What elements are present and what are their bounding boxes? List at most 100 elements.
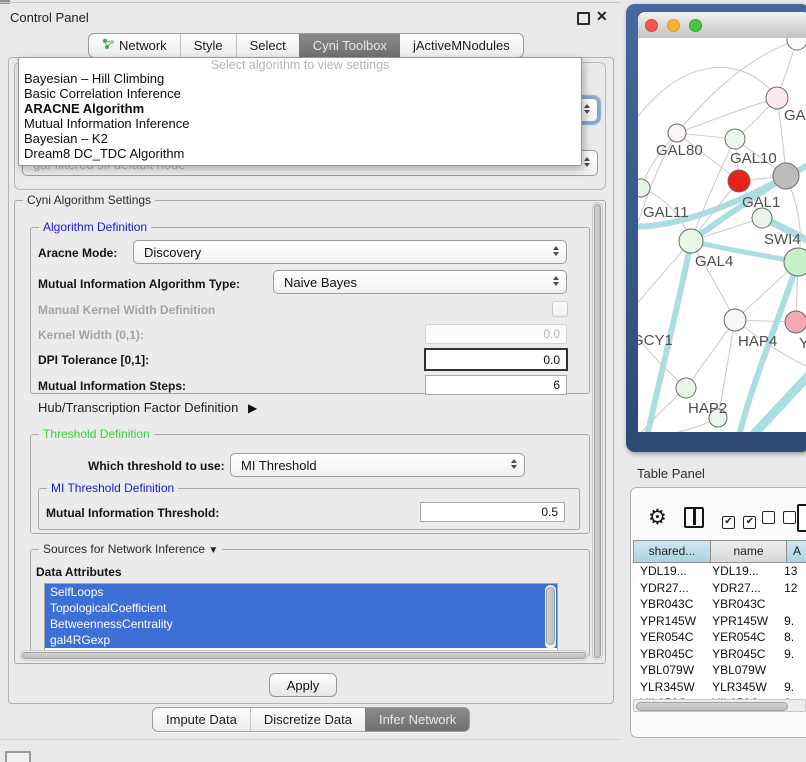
network-edge[interactable] [677,40,797,133]
network-node[interactable] [785,311,806,333]
mac-close-icon[interactable] [645,19,658,32]
network-node[interactable] [724,309,746,331]
deselect-all-columns-icon[interactable] [762,511,796,529]
table-row[interactable]: YLR345WYLR345W9. [633,679,806,696]
network-window-titlebar[interactable] [638,12,806,39]
network-edge[interactable] [686,320,735,388]
dpi-tolerance-field[interactable] [424,348,568,371]
table-row[interactable]: YBL079WYBL079W [633,662,806,679]
attributes-scrollbar-thumb[interactable] [546,587,555,645]
cyni-algorithm-settings-title: Cyni Algorithm Settings [23,193,155,207]
table-cell: YBL079W [708,662,781,679]
settings-vscrollbar-thumb[interactable] [594,204,601,658]
algorithm-option[interactable]: Bayesian – K2 [19,131,581,146]
kernel-width-field[interactable] [425,324,567,344]
table-row[interactable]: YER054CYER054C8. [633,629,806,646]
network-node[interactable] [679,229,703,253]
column-header-partial[interactable]: A [786,540,806,563]
mac-zoom-icon[interactable] [689,19,702,32]
algorithm-dropdown-items: Bayesian – Hill ClimbingBasic Correlatio… [19,71,581,161]
network-node[interactable] [668,124,686,142]
tab-infer-network[interactable]: Infer Network [365,708,469,731]
control-panel-title: Control Panel [10,10,89,25]
manual-kernel-label: Manual Kernel Width Definition [38,303,215,317]
mi-algorithm-type-select[interactable]: Naive Bayes [273,270,567,294]
settings-hscrollbar-thumb[interactable] [22,652,586,659]
table-cell: YBL079W [633,662,708,679]
network-node-label: Y [799,335,806,352]
mi-threshold-definition-title: MI Threshold Definition [47,481,178,495]
table-row[interactable]: YPR145WYPR145W9. [633,613,806,630]
network-node[interactable] [725,129,745,149]
control-panel-tab-bar: NetworkStyleSelectCyni ToolboxjActiveMNo… [88,33,524,58]
network-node[interactable] [752,208,772,228]
network-node[interactable] [728,170,750,192]
sources-title: Sources for Network Inference ▼ [39,542,222,556]
split-columns-icon[interactable] [684,507,704,528]
table-cell: 13 [781,563,806,580]
table-row[interactable]: YDR27...YDR27...12 [633,580,806,597]
hub-definition-toggle[interactable]: Hub/Transcription Factor Definition ▶ [38,400,257,415]
tab-style[interactable]: Style [180,34,236,57]
network-view-frame[interactable]: GALGAL80GAL10GAL1GAL11SWI4GAL4GCY1HAP4YH… [626,4,806,452]
network-node[interactable] [676,378,696,398]
algorithm-option[interactable]: Basic Correlation Inference [19,86,581,101]
window-top-divider [0,2,620,3]
select-all-columns-icon[interactable]: ✔ ✔ [722,511,756,529]
algorithm-option[interactable]: ARACNE Algorithm [19,101,581,116]
checked-box-icon: ✔ [722,516,735,529]
settings-vscrollbar[interactable] [592,202,603,660]
network-node[interactable] [773,163,799,189]
table-row[interactable]: YBR045CYBR045C9. [633,646,806,663]
network-node[interactable] [787,38,806,50]
network-node-label: GAL10 [730,150,777,167]
table-hscrollbar[interactable] [633,699,806,712]
tab-cyni-toolbox[interactable]: Cyni Toolbox [299,34,400,57]
attribute-list-item[interactable]: SelfLoops [45,584,557,600]
expanded-arrow-icon[interactable]: ▼ [208,545,218,556]
mac-minimize-icon[interactable] [667,19,680,32]
table-row[interactable]: YBR043CYBR043C [633,596,806,613]
tab-jactivemnodules[interactable]: jActiveMNodules [400,34,523,57]
export-table-icon[interactable] [797,504,806,532]
mi-steps-field[interactable] [425,375,567,395]
mi-threshold-field[interactable] [420,502,565,522]
network-edge[interactable] [754,374,806,432]
network-node-label: GCY1 [638,332,673,349]
algorithm-option[interactable]: Dream8 DC_TDC Algorithm [19,146,581,161]
table-cell: YDR27... [708,580,781,597]
table-row[interactable]: YDL19...YDL19...13 [633,563,806,580]
network-icon [102,38,115,53]
column-header-shared-name[interactable]: shared... [633,540,711,563]
attributes-scrollbar[interactable] [545,585,556,649]
which-threshold-value: MI Threshold [241,458,317,473]
checked-box-icon: ✔ [743,516,756,529]
close-icon[interactable]: ✕ [596,10,608,22]
attribute-list-item[interactable]: gal4RGexp [45,632,557,648]
bottom-divider [0,739,620,740]
table-cell: YLR345W [708,679,781,696]
attribute-list-item[interactable]: BetweennessCentrality [45,616,557,632]
tab-discretize-data[interactable]: Discretize Data [250,708,365,731]
network-node[interactable] [766,87,788,109]
attribute-list-item[interactable]: TopologicalCoefficient [45,600,557,616]
aracne-mode-select[interactable]: Discovery [133,240,567,264]
table-hscrollbar-thumb[interactable] [636,702,788,711]
tab-network[interactable]: Network [89,34,180,57]
algorithm-option[interactable]: Bayesian – Hill Climbing [19,71,581,86]
network-edge[interactable] [638,67,777,134]
algorithm-option[interactable]: Mutual Information Inference [19,116,581,131]
manual-kernel-checkbox[interactable] [552,301,568,317]
minimized-panel-icon[interactable] [5,751,31,762]
network-node-label: GAL1 [742,194,780,211]
table-cell: YBR043C [633,596,708,613]
gear-icon[interactable]: ⚙ [648,507,667,528]
tab-impute-data[interactable]: Impute Data [153,708,250,731]
tab-select[interactable]: Select [236,34,299,57]
settings-hscrollbar[interactable] [20,650,588,661]
float-window-icon[interactable] [577,12,590,25]
which-threshold-select[interactable]: MI Threshold [230,453,525,477]
apply-button[interactable]: Apply [269,673,337,697]
network-canvas[interactable]: GALGAL80GAL10GAL1GAL11SWI4GAL4GCY1HAP4YH… [638,38,806,432]
column-header-name[interactable]: name [710,540,787,563]
